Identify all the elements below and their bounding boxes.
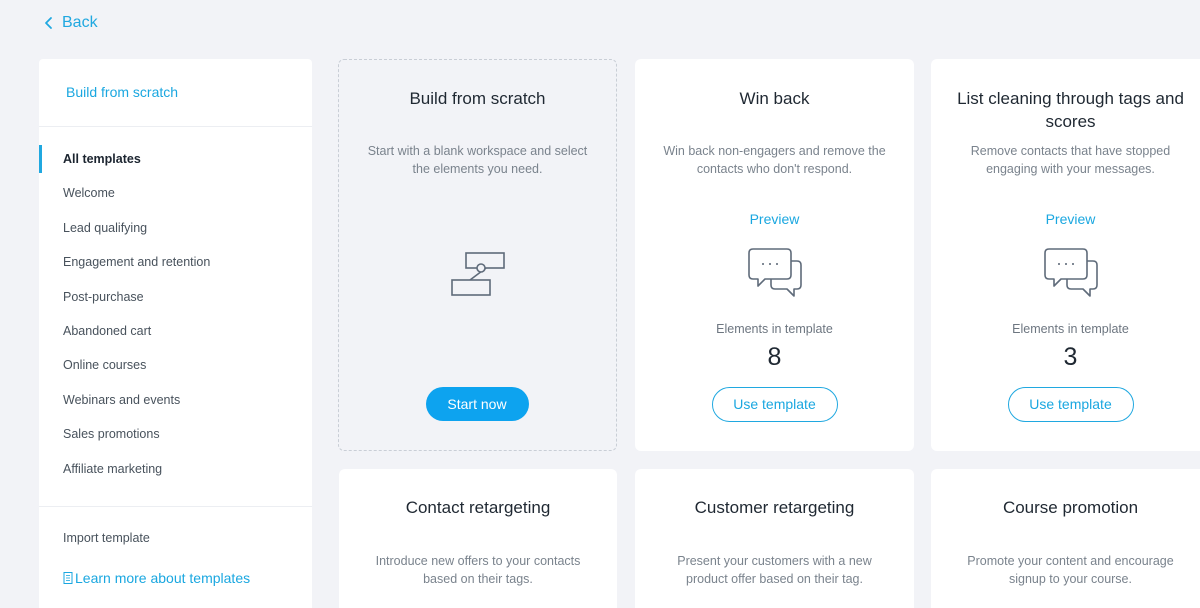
sidebar-item-lead-qualifying[interactable]: Lead qualifying xyxy=(39,211,312,245)
use-template-button[interactable]: Use template xyxy=(1007,387,1134,422)
card-list-cleaning: List cleaning through tags and scores Re… xyxy=(931,59,1200,451)
sidebar-divider xyxy=(39,126,312,127)
workflow-icon xyxy=(450,252,505,296)
elements-count: 8 xyxy=(767,343,782,371)
sidebar-item-post-purchase[interactable]: Post-purchase xyxy=(39,280,312,314)
chevron-left-icon xyxy=(45,17,52,29)
card-title: Customer retargeting xyxy=(694,498,855,517)
card-description: Remove contacts that have stopped engagi… xyxy=(970,144,1171,176)
card-customer-retargeting: Customer retargeting Present your custom… xyxy=(635,469,914,608)
card-build-from-scratch: Build from scratch Start with a blank wo… xyxy=(338,59,617,451)
sidebar-divider xyxy=(39,506,312,507)
sidebar-item-online-courses[interactable]: Online courses xyxy=(39,348,312,382)
learn-more-label: Learn more about templates xyxy=(75,570,251,586)
document-icon xyxy=(63,572,73,584)
preview-link[interactable]: Preview xyxy=(931,211,1200,227)
preview-link[interactable]: Preview xyxy=(635,211,914,227)
sidebar-item-affiliate-marketing[interactable]: Affiliate marketing xyxy=(39,452,312,486)
sidebar-item-abandoned-cart[interactable]: Abandoned cart xyxy=(39,314,312,348)
card-title: List cleaning through tags and scores xyxy=(957,89,1184,131)
learn-more-link[interactable]: Learn more about templates xyxy=(63,570,250,586)
card-title: Build from scratch xyxy=(409,89,546,108)
card-description: Present your customers with a new produc… xyxy=(677,554,872,586)
sidebar-build-from-scratch-link[interactable]: Build from scratch xyxy=(66,84,178,100)
card-course-promotion: Course promotion Promote your content an… xyxy=(931,469,1200,608)
card-description: Start with a blank workspace and select … xyxy=(367,144,588,176)
back-label: Back xyxy=(62,14,98,31)
sidebar-item-webinars-events[interactable]: Webinars and events xyxy=(39,383,312,417)
back-link[interactable]: Back xyxy=(44,14,98,32)
import-template-link[interactable]: Import template xyxy=(63,531,150,545)
card-win-back: Win back Win back non-engagers and remov… xyxy=(635,59,914,451)
card-description: Introduce new offers to your contacts ba… xyxy=(375,554,581,586)
card-title: Contact retargeting xyxy=(405,498,551,517)
sidebar-category-list: All templates Welcome Lead qualifying En… xyxy=(39,142,312,486)
card-contact-retargeting: Contact retargeting Introduce new offers… xyxy=(339,469,617,608)
sidebar-item-engagement-retention[interactable]: Engagement and retention xyxy=(39,245,312,279)
card-title: Course promotion xyxy=(1002,498,1139,517)
card-description: Win back non-engagers and remove the con… xyxy=(663,144,886,176)
sidebar-item-sales-promotions[interactable]: Sales promotions xyxy=(39,417,312,451)
sidebar-item-all-templates[interactable]: All templates xyxy=(39,142,312,176)
sidebar: Build from scratch All templates Welcome… xyxy=(39,59,312,608)
elements-count: 3 xyxy=(1063,343,1078,371)
sidebar-item-welcome[interactable]: Welcome xyxy=(39,176,312,210)
chat-bubbles-icon xyxy=(1043,248,1098,297)
use-template-button[interactable]: Use template xyxy=(711,387,838,422)
card-title: Win back xyxy=(739,89,810,108)
card-description: Promote your content and encourage signu… xyxy=(967,554,1174,586)
start-now-button[interactable]: Start now xyxy=(425,387,529,421)
chat-bubbles-icon xyxy=(747,248,802,297)
elements-label: Elements in template xyxy=(716,322,833,336)
elements-label: Elements in template xyxy=(1012,322,1129,336)
